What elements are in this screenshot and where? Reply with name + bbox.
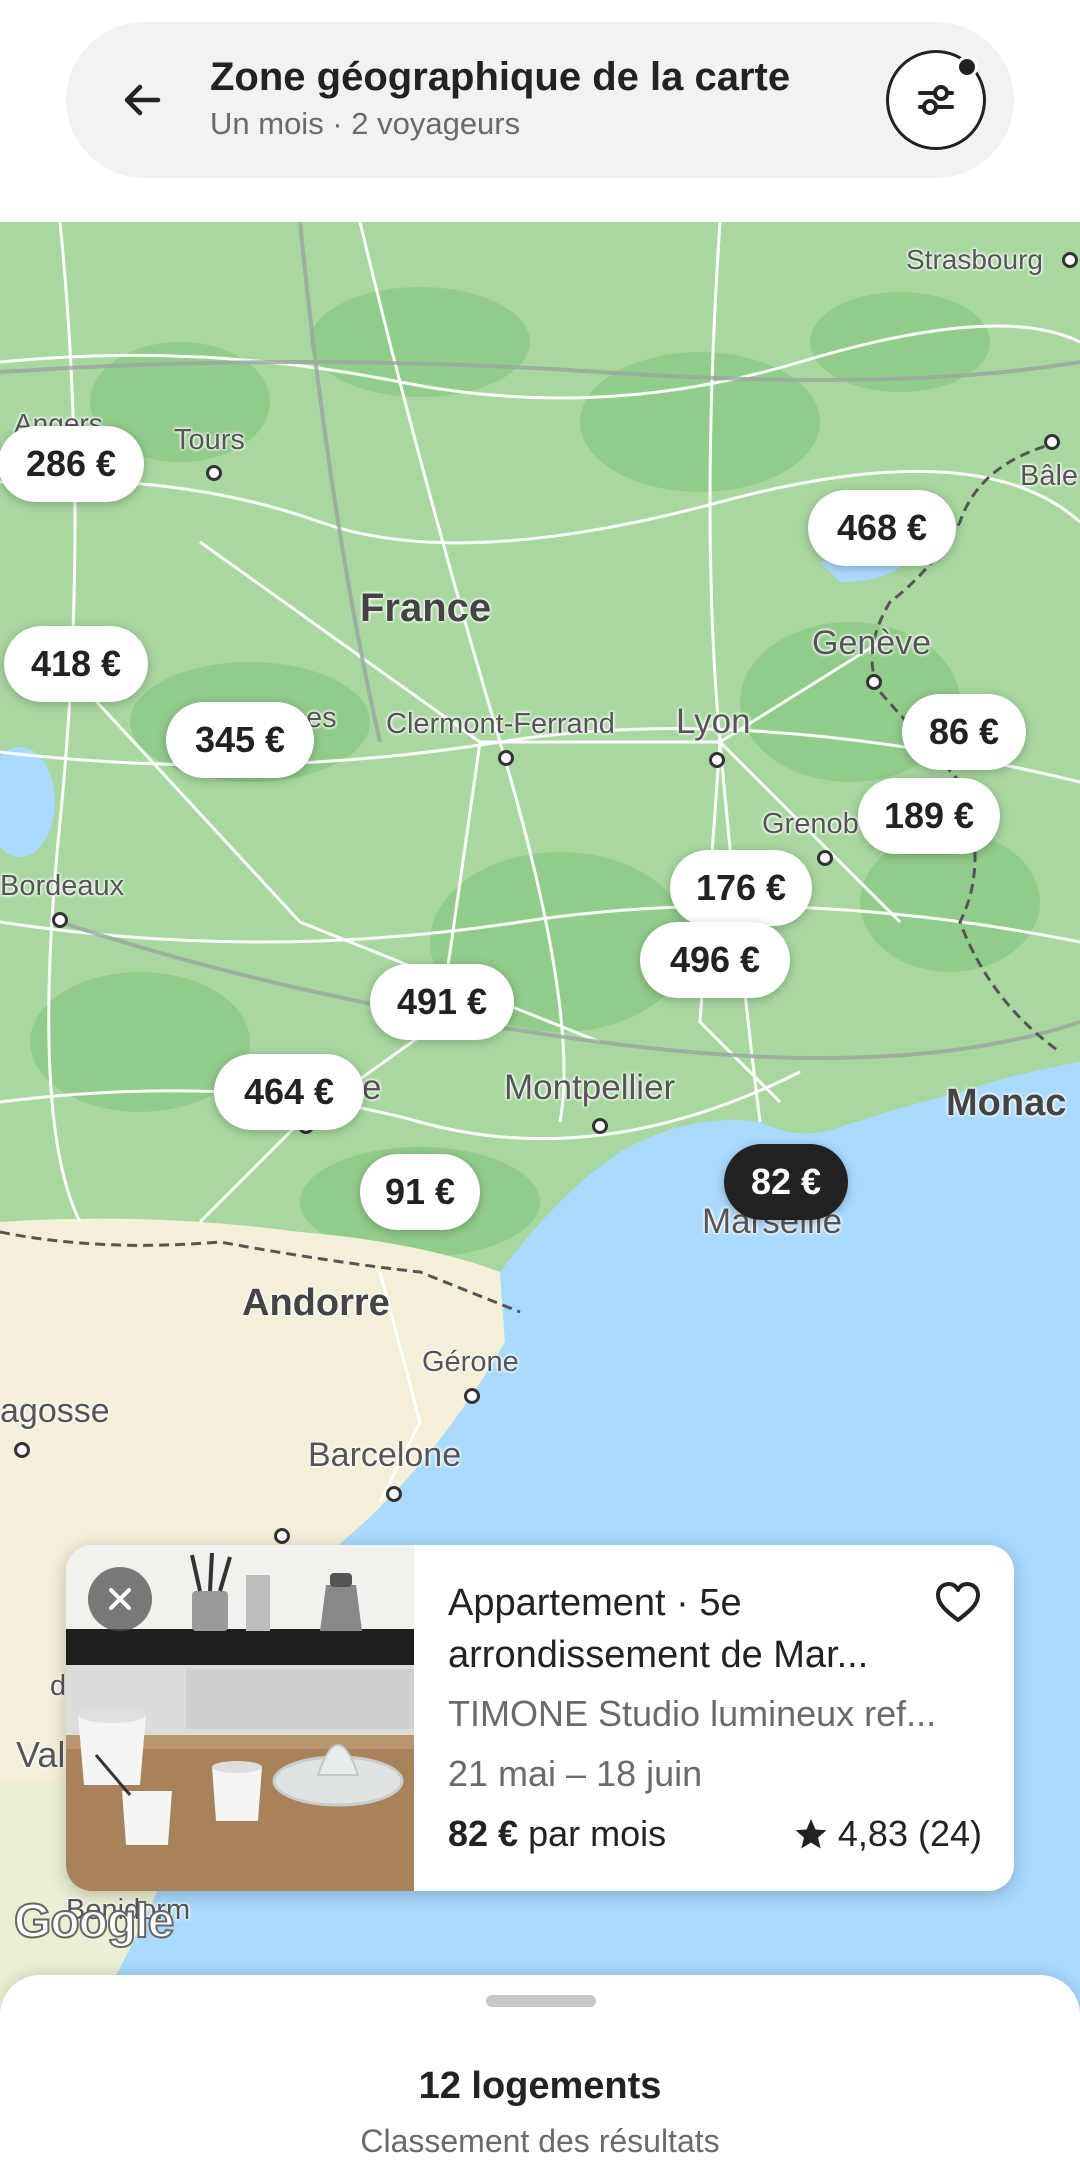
city-dot-bordeaux	[52, 912, 68, 928]
city-dot-montpellier	[592, 1118, 608, 1134]
results-sort-label[interactable]: Classement des résultats	[0, 2123, 1080, 2160]
star-icon	[795, 1819, 827, 1849]
listing-price: 82 € par mois	[448, 1813, 666, 1855]
city-dot-clermont	[498, 750, 514, 766]
heart-icon	[936, 1582, 980, 1622]
map-label-france: France	[360, 586, 492, 630]
listing-title-line-2: arrondissement de Mar...	[448, 1634, 869, 1676]
favorite-button[interactable]	[930, 1575, 986, 1631]
city-dot-saragosse	[14, 1442, 30, 1458]
filters-active-indicator	[956, 56, 978, 78]
arrow-left-icon	[124, 84, 161, 116]
map-label-grenoble: Grenob	[762, 808, 859, 840]
listing-rating: 4,83 (24)	[794, 1813, 982, 1855]
back-button[interactable]	[108, 66, 176, 134]
map-label-lyon: Lyon	[676, 702, 751, 741]
listing-price-amount: 82 €	[448, 1813, 519, 1854]
results-bottom-sheet[interactable]: 12 logements Classement des résultats	[0, 1975, 1080, 2169]
listing-rating-value: 4,83 (24)	[837, 1813, 982, 1854]
listing-title[interactable]: Appartement · 5e arrondissement de Mar..…	[448, 1577, 948, 1681]
city-dot-tours	[206, 465, 222, 481]
price-pin-82-selected[interactable]: 82 €	[724, 1144, 848, 1220]
price-pin-91[interactable]: 91 €	[360, 1154, 480, 1230]
city-dot-grenoble	[817, 850, 833, 866]
close-card-button[interactable]	[88, 1567, 152, 1631]
city-dot-bale	[1044, 434, 1060, 450]
price-pin-464[interactable]: 464 €	[214, 1054, 364, 1130]
price-pin-345[interactable]: 345 €	[166, 702, 314, 778]
map-label-saragosse: agosse	[0, 1392, 110, 1430]
map-label-toulouse-fragment: e	[362, 1068, 382, 1107]
map-label-strasbourg: Strasbourg	[906, 244, 1043, 275]
listing-preview-card[interactable]: Appartement · 5e arrondissement de Mar..…	[66, 1545, 1014, 1891]
map-label-tours: Tours	[174, 424, 245, 456]
listing-photo[interactable]	[66, 1545, 414, 1891]
listing-description: TIMONE Studio lumineux ref...	[448, 1693, 937, 1734]
price-pin-418[interactable]: 418 €	[4, 626, 148, 702]
price-pin-491[interactable]: 491 €	[370, 964, 514, 1040]
map-label-d-fragment: d	[50, 1670, 67, 1702]
map-label-barcelone: Barcelone	[308, 1436, 462, 1474]
results-count: 12 logements	[418, 2065, 662, 2107]
city-dot-barcelone	[386, 1486, 402, 1502]
map-label-andorre: Andorre	[242, 1282, 390, 1324]
listing-dates: 21 mai – 18 juin	[448, 1753, 703, 1794]
close-icon	[109, 1588, 131, 1610]
price-pin-496[interactable]: 496 €	[640, 922, 790, 998]
city-dot-gerone	[464, 1388, 480, 1404]
page-title[interactable]: Zone géographique de la carte	[210, 55, 790, 100]
google-attribution-logo: Google	[13, 1894, 175, 1949]
city-dot-strasbourg	[1062, 252, 1078, 268]
listing-title-line-1: Appartement · 5e	[448, 1582, 742, 1624]
city-dot-lyon	[709, 752, 725, 768]
price-pin-286[interactable]: 286 €	[0, 426, 144, 502]
sheet-drag-handle[interactable]	[486, 1995, 596, 2007]
map-label-geneve: Genève	[812, 624, 932, 662]
city-dot-coast	[274, 1528, 290, 1544]
map-label-bordeaux: Bordeaux	[0, 870, 125, 902]
listing-price-period: par mois	[528, 1813, 667, 1854]
map-label-valence: Val	[16, 1734, 66, 1775]
top-bar: Zone géographique de la carte Un mois · …	[0, 0, 1080, 222]
map-label-montpellier: Montpellier	[504, 1068, 676, 1107]
map-label-bale: Bâle	[1020, 460, 1079, 492]
search-subtitle[interactable]: Un mois · 2 voyageurs	[210, 106, 520, 142]
filters-icon	[918, 85, 954, 115]
price-pin-86[interactable]: 86 €	[902, 694, 1026, 770]
search-summary-pill[interactable]	[66, 22, 1014, 178]
map-label-gerone: Gérone	[422, 1346, 519, 1378]
map-label-clermont: Clermont-Ferrand	[386, 708, 615, 740]
map-label-monaco: Monac	[946, 1082, 1067, 1124]
price-pin-176[interactable]: 176 €	[670, 850, 812, 926]
price-pin-468[interactable]: 468 €	[808, 490, 956, 566]
price-pin-189[interactable]: 189 €	[858, 778, 1000, 854]
city-dot-geneve	[866, 674, 882, 690]
